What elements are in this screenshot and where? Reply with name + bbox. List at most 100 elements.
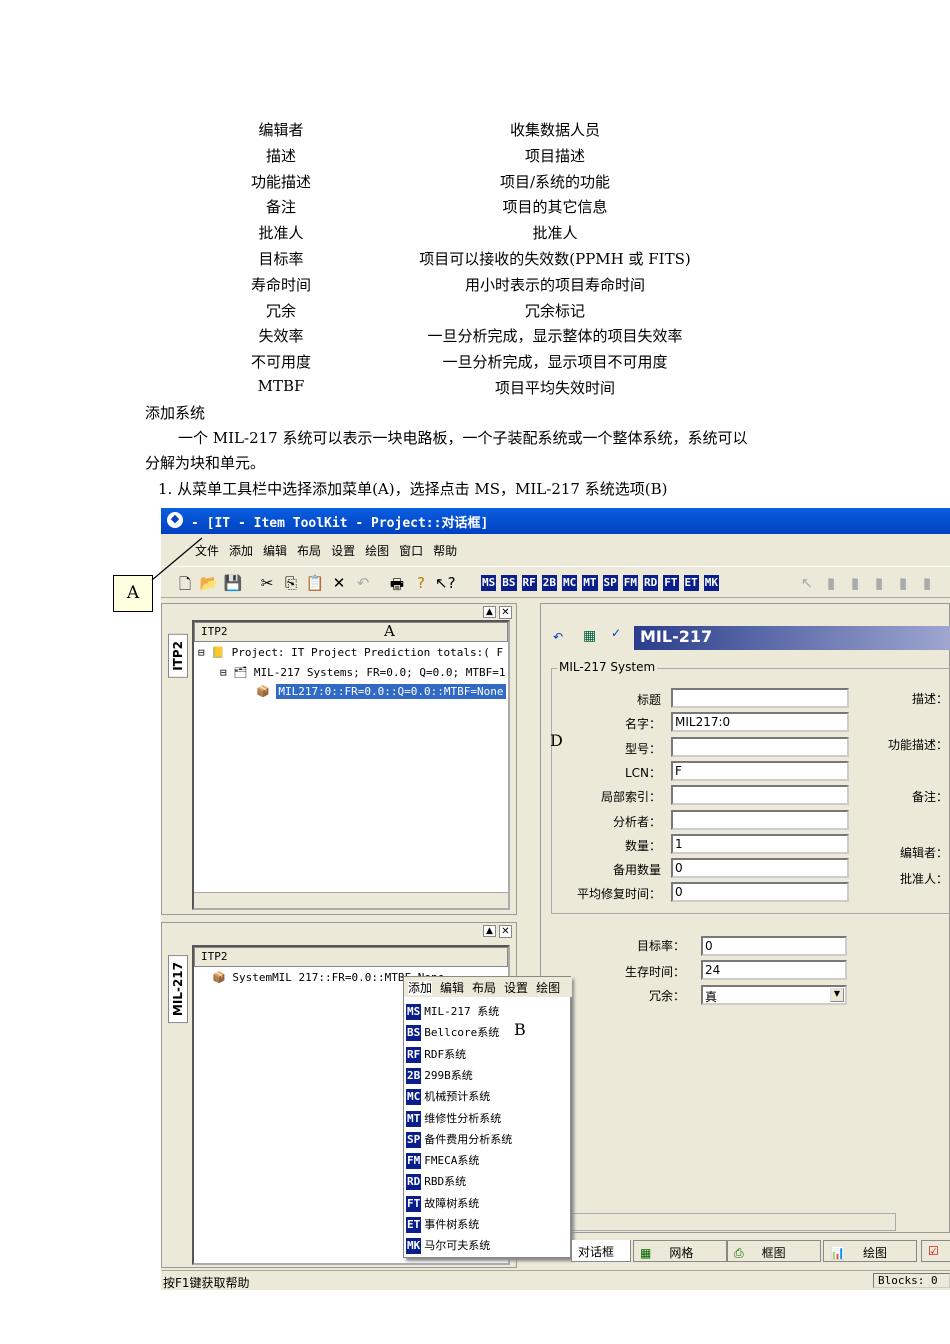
menu-item-mt[interactable]: MT 维修性分析系统 xyxy=(406,1110,501,1127)
block-icon[interactable]: ▮ xyxy=(917,574,937,592)
menu-item-ft[interactable]: FT 故障树系统 xyxy=(406,1195,479,1212)
close-button[interactable]: ✕ xyxy=(499,925,512,938)
top-tree-panel: ▲ ✕ ITP2 ITP2 A ⊟ 📒 Project: IT Project P… xyxy=(161,603,517,915)
field-input[interactable]: MIL217:0 xyxy=(671,712,849,733)
tree-node-systems[interactable]: ⊟ 🗂 MIL-217 Systems; FR=0.0; Q=0.0; MTBF… xyxy=(220,666,506,679)
maximize-button[interactable]: ▲ xyxy=(483,606,496,618)
field-input[interactable] xyxy=(671,736,849,757)
toolbar-rd-button[interactable]: RD xyxy=(643,575,659,591)
callout-a-pointer xyxy=(151,537,203,581)
menu-item-et[interactable]: ET 事件树系统 xyxy=(406,1216,479,1233)
toolbar-mc-button[interactable]: MC xyxy=(562,575,578,591)
undo-icon[interactable]: ↶ xyxy=(353,574,373,592)
et-icon: ET xyxy=(406,1217,422,1233)
popup-menu-bar: 添加 编辑 布局 设置 绘图 xyxy=(404,977,572,997)
title-bar: ◆ - [IT - Item ToolKit - Project::对话框] xyxy=(161,508,950,534)
menu-item-4[interactable]: 设置 xyxy=(331,544,355,558)
toolbar-rf-button[interactable]: RF xyxy=(521,575,537,591)
block-icon[interactable]: ▮ xyxy=(821,574,841,592)
paste-icon[interactable]: 📋 xyxy=(305,574,325,592)
table-value: 一旦分析完成，显示项目不可用度 xyxy=(442,353,668,372)
table-value: 项目可以接收的失效数(PPMH 或 FITS) xyxy=(419,250,691,268)
menu-item-label: FMECA系统 xyxy=(424,1154,480,1168)
horizontal-scrollbar[interactable] xyxy=(194,892,508,908)
life-input[interactable]: 24 xyxy=(701,960,847,980)
close-button[interactable]: ✕ xyxy=(499,606,512,619)
paragraph-line2: 分解为块和单元。 xyxy=(145,454,266,472)
block-icon[interactable]: ▮ xyxy=(869,574,889,592)
menu-item-3[interactable]: 布局 xyxy=(297,544,321,558)
tab-itp2[interactable]: ITP2 xyxy=(168,634,188,678)
redundant-select[interactable]: 真 ▼ xyxy=(701,985,847,1005)
menu-item-fm[interactable]: FM FMECA系统 xyxy=(406,1152,480,1170)
tab-grid[interactable]: ▦ 网格 xyxy=(633,1240,727,1262)
spellcheck-icon[interactable]: ✓ xyxy=(611,626,621,640)
menu-item-6[interactable]: 窗口 xyxy=(399,544,423,558)
field-input[interactable]: 0 xyxy=(671,858,849,879)
tree-node-mil217[interactable]: 📦 MIL217:0::FR=0.0::Q=0.0::MTBF=None xyxy=(256,684,506,699)
field-input[interactable]: 0 xyxy=(671,882,849,903)
menu-item-sp[interactable]: SP 备件费用分析系统 xyxy=(406,1131,512,1148)
popup-menu-4[interactable]: 绘图 xyxy=(536,981,560,995)
table-key: 冗余 xyxy=(265,301,296,320)
popup-menu-2[interactable]: 布局 xyxy=(472,981,496,995)
block-icon[interactable]: ▮ xyxy=(893,574,913,592)
undo-icon[interactable]: ↶ xyxy=(553,630,563,644)
context-help-icon[interactable]: ↖? xyxy=(435,574,456,592)
popup-menu-1[interactable]: 编辑 xyxy=(440,981,464,995)
menu-item-7[interactable]: 帮助 xyxy=(433,544,457,558)
copy-icon[interactable]: ⎘ xyxy=(281,574,301,592)
menu-item-1[interactable]: 添加 xyxy=(229,544,253,558)
delete-icon[interactable]: ✕ xyxy=(329,574,349,592)
tab-plot[interactable]: 📊 绘图 xyxy=(823,1240,917,1262)
status-bar: 按F1键获取帮助 Blocks: 0 xyxy=(161,1270,950,1290)
toolbar-mk-button[interactable]: MK xyxy=(703,575,719,591)
toolbar-sp-button[interactable]: SP xyxy=(602,575,618,591)
menu-item-mc[interactable]: MC 机械预计系统 xyxy=(406,1088,491,1106)
tab-block[interactable]: ⎙ 框图 xyxy=(727,1240,821,1262)
toolbar-mt-button[interactable]: MT xyxy=(582,575,598,591)
form-scrollbar[interactable] xyxy=(551,1213,896,1231)
block-icon[interactable]: ▮ xyxy=(845,574,865,592)
tab-report[interactable]: ☑ xyxy=(921,1240,950,1262)
menu-item-mk[interactable]: MK 马尔可夫系统 xyxy=(406,1237,490,1255)
callout-b: B xyxy=(514,1020,526,1039)
pointer-icon[interactable]: ↖ xyxy=(797,574,817,592)
target-input[interactable]: 0 xyxy=(701,936,847,956)
tree-view: ITP2 A ⊟ 📒 Project: IT Project Prediction… xyxy=(192,620,510,910)
toolbar-2b-button[interactable]: 2B xyxy=(541,575,557,591)
calculator-icon[interactable]: ▦ xyxy=(583,628,596,644)
tree-node-project[interactable]: ⊟ 📒 Project: IT Project Prediction total… xyxy=(198,646,503,659)
tab-dialog[interactable]: 对话框 xyxy=(571,1240,631,1262)
menu-item-bs[interactable]: BS Bellcore系统 xyxy=(406,1024,499,1042)
table-value: 项目描述 xyxy=(524,146,585,165)
menu-item-5[interactable]: 绘图 xyxy=(365,544,389,558)
toolbar-ms-button[interactable]: MS xyxy=(481,575,497,591)
menu-item-rd[interactable]: RD RBD系统 xyxy=(406,1173,466,1191)
field-input[interactable]: F xyxy=(671,760,849,781)
menu-item-label: 机械预计系统 xyxy=(424,1090,491,1104)
toolbar-bs-button[interactable]: BS xyxy=(501,575,517,591)
popup-menu-0[interactable]: 添加 xyxy=(408,981,433,995)
right-field-label: 编辑者： xyxy=(899,846,948,860)
menu-item-label: 维修性分析系统 xyxy=(424,1111,502,1125)
toolbar-fm-button[interactable]: FM xyxy=(622,575,638,591)
menu-item-2[interactable]: 编辑 xyxy=(263,544,287,558)
menu-item-rf[interactable]: RF RDF系统 xyxy=(406,1046,466,1063)
field-input[interactable] xyxy=(671,809,849,830)
maximize-button[interactable]: ▲ xyxy=(483,925,496,937)
field-input[interactable] xyxy=(671,785,849,806)
chevron-down-icon[interactable]: ▼ xyxy=(830,988,844,1002)
menu-item-ms[interactable]: MS MIL-217 系统 xyxy=(406,1003,499,1020)
print-icon[interactable]: 🖶 xyxy=(387,574,407,599)
field-input[interactable]: 1 xyxy=(671,833,849,854)
field-input[interactable] xyxy=(671,688,849,708)
popup-menu-3[interactable]: 设置 xyxy=(504,981,528,995)
cut-icon[interactable]: ✂ xyxy=(257,574,277,592)
help-icon[interactable]: ? xyxy=(411,574,431,592)
save-icon[interactable]: 💾 xyxy=(223,574,243,592)
toolbar-ft-button[interactable]: FT xyxy=(663,575,679,591)
tab-mil217[interactable]: MIL-217 xyxy=(168,955,188,1024)
menu-item-2b[interactable]: 2B 299B系统 xyxy=(406,1067,473,1084)
toolbar-et-button[interactable]: ET xyxy=(683,575,699,591)
